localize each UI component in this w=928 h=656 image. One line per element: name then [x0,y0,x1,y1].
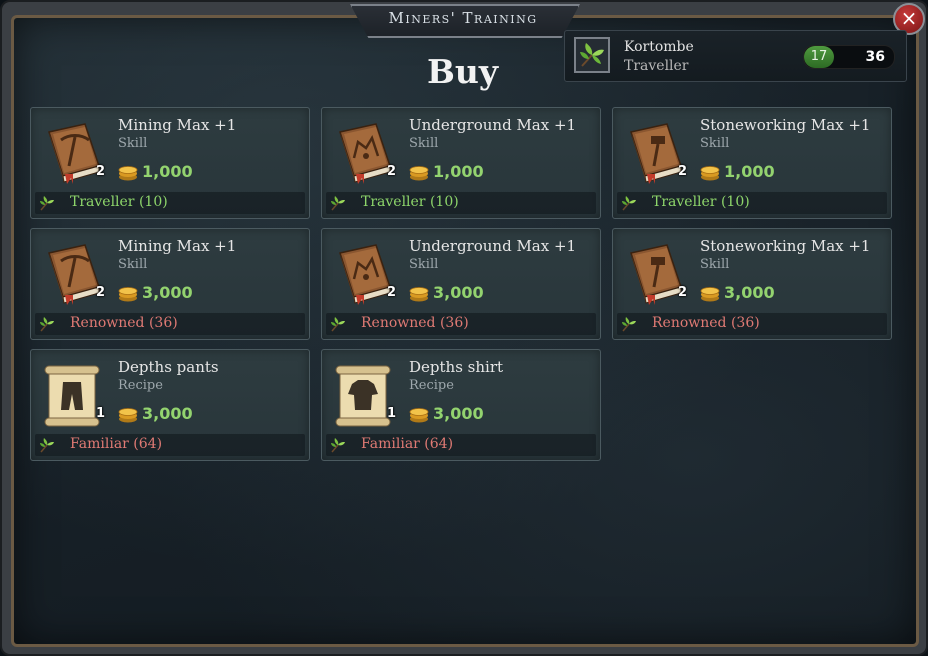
reputation-level: 17 [810,49,828,64]
item-requirement: Renowned (36) [35,313,305,335]
item-price: 1,000 [724,162,775,181]
leaf-emblem-icon [620,315,638,333]
coin-icon [118,406,138,423]
item-name: Stoneworking Max +1 [700,237,871,255]
item-price: 3,000 [433,404,484,423]
item-requirement: Traveller (10) [617,192,887,214]
item-name: Mining Max +1 [118,237,237,255]
shop-item-card[interactable]: 1 Depths shirt Recipe 3,000 Familiar (64) [321,349,601,461]
shop-item-card[interactable]: 1 Depths pants Recipe 3,000 Familiar (64) [30,349,310,461]
player-name: Kortombe [624,39,694,55]
item-requirement: Renowned (36) [617,313,887,335]
item-name: Stoneworking Max +1 [700,116,871,134]
requirement-label: Traveller (10) [361,194,459,210]
item-name: Mining Max +1 [118,116,237,134]
leaf-emblem-icon [329,194,347,212]
requirement-label: Familiar (64) [361,436,454,452]
item-type: Skill [700,257,730,272]
item-price: 3,000 [142,404,193,423]
shop-item-card[interactable]: 2 Underground Max +1 Skill 1,000 Traveller (… [321,107,601,219]
item-requirement: Traveller (10) [35,192,305,214]
shop-item-card[interactable]: 2 Stoneworking Max +1 Skill 3,000 Renowned (… [612,228,892,340]
item-name: Depths shirt [409,358,504,376]
requirement-label: Traveller (10) [70,194,168,210]
item-name: Underground Max +1 [409,116,577,134]
player-panel: Kortombe Traveller 17 36 [564,30,907,82]
item-type: Recipe [409,378,454,393]
coin-icon [700,285,720,302]
item-type: Skill [409,257,439,272]
coin-icon [118,285,138,302]
shop-item-card[interactable]: 2 Mining Max +1 Skill 3,000 Renowned (36) [30,228,310,340]
requirement-label: Renowned (36) [70,315,178,331]
item-price: 1,000 [433,162,484,181]
item-requirement: Familiar (64) [35,434,305,456]
item-price: 1,000 [142,162,193,181]
item-type: Skill [409,136,439,151]
leaf-emblem-icon [329,436,347,454]
shop-item-card[interactable]: 2 Underground Max +1 Skill 3,000 Renowned (3… [321,228,601,340]
item-requirement: Renowned (36) [326,313,596,335]
leaf-emblem-icon [574,37,610,73]
shop-item-card[interactable]: 2 Mining Max +1 Skill 1,000 Traveller (10) [30,107,310,219]
window-title: Miners' Training [388,9,538,27]
coin-icon [700,164,720,181]
item-quantity: 2 [387,164,397,179]
reputation-bar: 17 36 [803,45,895,69]
item-price: 3,000 [433,283,484,302]
item-quantity: 1 [387,406,397,421]
item-price: 3,000 [142,283,193,302]
item-requirement: Traveller (10) [326,192,596,214]
leaf-emblem-icon [329,315,347,333]
coin-icon [409,164,429,181]
coin-icon [409,406,429,423]
item-name: Depths pants [118,358,219,376]
requirement-label: Renowned (36) [652,315,760,331]
item-quantity: 2 [96,164,106,179]
item-quantity: 2 [678,285,688,300]
leaf-emblem-icon [38,436,56,454]
player-status: Traveller [624,58,689,74]
item-price: 3,000 [724,283,775,302]
shop-item-card[interactable]: 2 Stoneworking Max +1 Skill 1,000 Traveller … [612,107,892,219]
requirement-label: Traveller (10) [652,194,750,210]
item-quantity: 2 [678,164,688,179]
leaf-emblem-icon [38,315,56,333]
requirement-label: Renowned (36) [361,315,469,331]
item-type: Skill [700,136,730,151]
coin-icon [409,285,429,302]
item-quantity: 2 [387,285,397,300]
item-quantity: 2 [96,285,106,300]
item-type: Skill [118,257,148,272]
coin-icon [118,164,138,181]
requirement-label: Familiar (64) [70,436,163,452]
item-type: Recipe [118,378,163,393]
item-type: Skill [118,136,148,151]
page-title: Buy [426,52,499,91]
reputation-value: 36 [865,49,885,65]
item-requirement: Familiar (64) [326,434,596,456]
item-quantity: 1 [96,406,106,421]
item-name: Underground Max +1 [409,237,577,255]
leaf-emblem-icon [620,194,638,212]
leaf-emblem-icon [38,194,56,212]
